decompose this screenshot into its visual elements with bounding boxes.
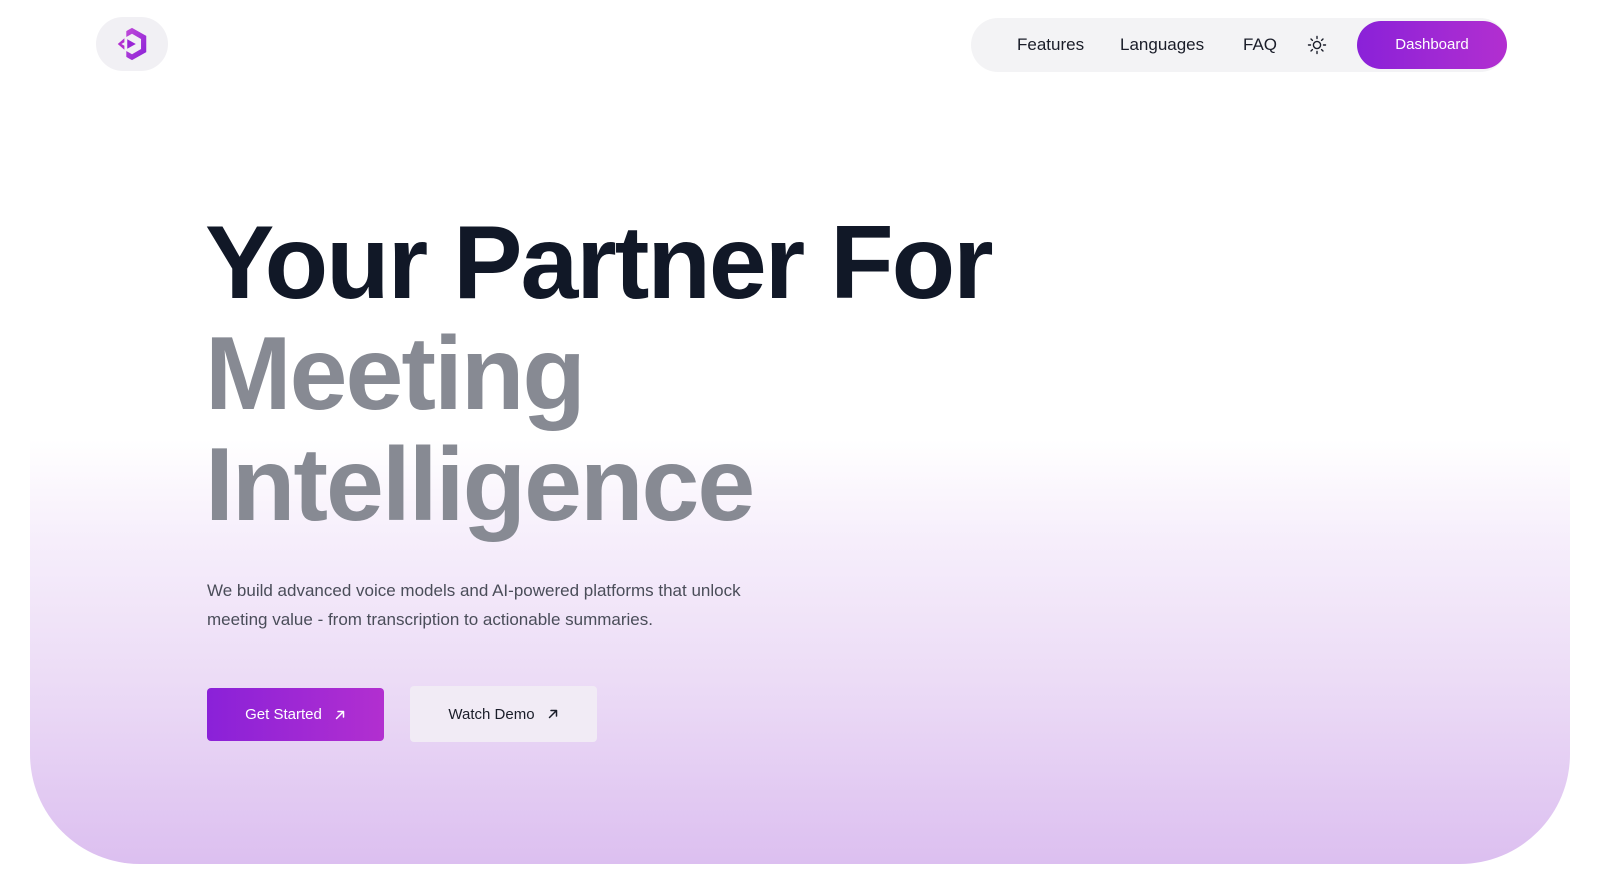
sun-icon[interactable] [1307,35,1327,55]
watch-demo-label: Watch Demo [448,705,535,723]
nav-link-features[interactable]: Features [1017,18,1084,72]
hero-headline: Your Partner For Meeting Intelligence [205,205,994,543]
page: Features Languages FAQ Dashboard Your Pa… [0,0,1600,889]
logo-button[interactable] [96,17,168,71]
hero-subtitle: We build advanced voice models and AI-po… [207,576,807,634]
top-nav: Features Languages FAQ Dashboard [971,18,1507,72]
subtitle-line-1: We build advanced voice models and AI-po… [207,581,741,600]
subtitle-line-2: meeting value - from transcription to ac… [207,610,653,629]
dashboard-button[interactable]: Dashboard [1357,21,1507,69]
nav-link-faq[interactable]: FAQ [1243,18,1277,72]
get-started-label: Get Started [245,706,322,723]
arrow-up-right-icon [335,710,345,719]
watch-demo-button[interactable]: Watch Demo [410,686,597,742]
hexagon-code-logo-icon [117,27,147,61]
headline-line-1: Your Partner For [205,205,994,321]
get-started-button[interactable]: Get Started [207,688,384,741]
headline-line-3: Intelligence [205,427,755,543]
headline-line-2: Meeting [205,316,586,432]
arrow-up-right-icon [548,709,557,719]
nav-link-languages[interactable]: Languages [1120,18,1204,72]
